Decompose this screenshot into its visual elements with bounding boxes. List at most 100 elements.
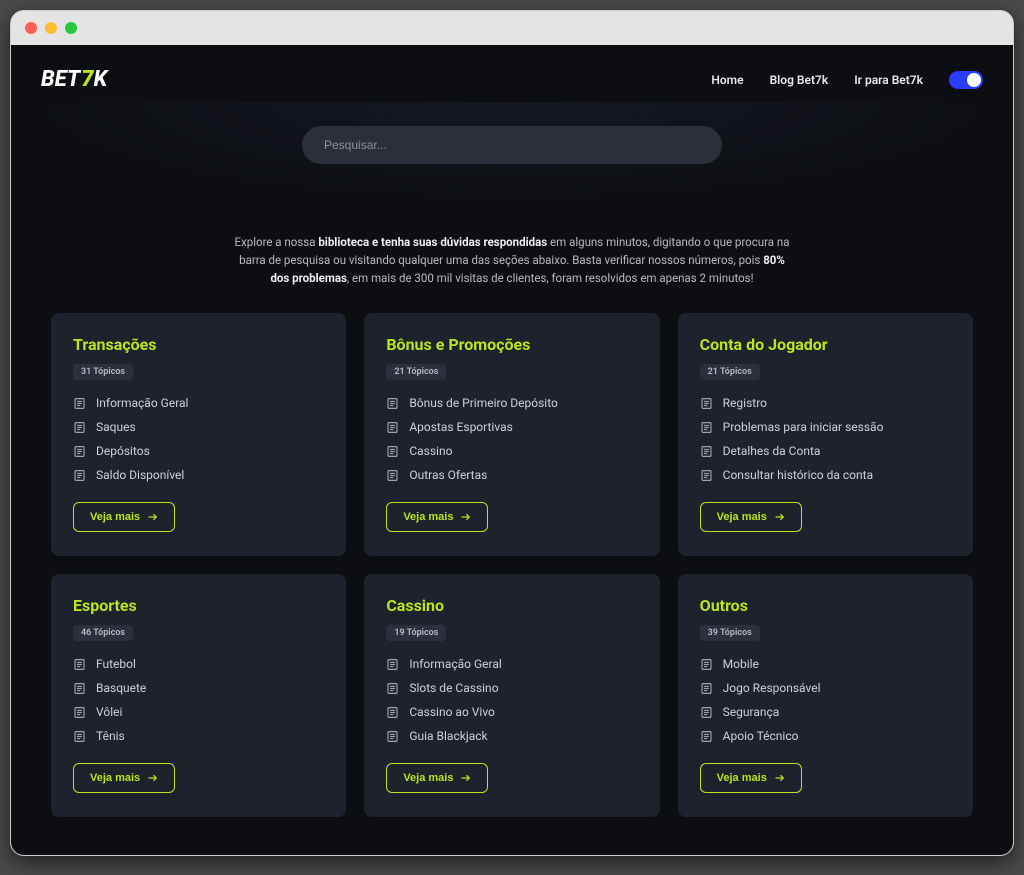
document-icon [700, 445, 713, 458]
see-more-label: Veja mais [403, 511, 453, 523]
topic-link[interactable]: Saques [73, 420, 324, 434]
category-card: Cassino 19 Tópicos Informação Geral Slots d… [364, 574, 659, 817]
window-close-dot[interactable] [25, 22, 37, 34]
see-more-label: Veja mais [403, 772, 453, 784]
see-more-button[interactable]: Veja mais [73, 763, 175, 793]
topic-link[interactable]: Informação Geral [386, 657, 637, 671]
topic-label: Informação Geral [409, 657, 501, 671]
topic-link[interactable]: Basquete [73, 681, 324, 695]
card-title: Cassino [386, 596, 637, 615]
intro-bold-1: biblioteca e tenha suas dúvidas respondi… [318, 235, 547, 249]
document-icon [73, 445, 86, 458]
topic-label: Jogo Responsável [723, 681, 821, 695]
document-icon [386, 445, 399, 458]
topic-link[interactable]: Slots de Cassino [386, 681, 637, 695]
topic-link[interactable]: Cassino [386, 444, 637, 458]
see-more-label: Veja mais [90, 772, 140, 784]
see-more-button[interactable]: Veja mais [73, 502, 175, 532]
topic-link[interactable]: Vôlei [73, 705, 324, 719]
topic-label: Cassino ao Vivo [409, 705, 495, 719]
intro-mid-2: , em mais de 300 mil visitas de clientes… [347, 271, 754, 285]
topic-link[interactable]: Guia Blackjack [386, 729, 637, 743]
topic-link[interactable]: Mobile [700, 657, 951, 671]
search-input[interactable] [324, 138, 700, 152]
category-card: Conta do Jogador21 TópicosRegistroProble… [678, 313, 973, 556]
topic-link[interactable]: Depósitos [73, 444, 324, 458]
topic-label: Slots de Cassino [409, 681, 498, 695]
see-more-button[interactable]: Veja mais [700, 502, 802, 532]
nav-go[interactable]: Ir para Bet7k [854, 73, 923, 87]
topic-label: Guia Blackjack [409, 729, 487, 743]
see-more-label: Veja mais [717, 772, 767, 784]
topic-link[interactable]: Cassino ao Vivo [386, 705, 637, 719]
topic-link[interactable]: Jogo Responsável [700, 681, 951, 695]
document-icon [386, 730, 399, 743]
window-titlebar [11, 11, 1013, 45]
hero [11, 102, 1013, 204]
document-icon [73, 730, 86, 743]
category-card: Transações31 TópicosInformação GeralSaqu… [51, 313, 346, 556]
topic-label: Registro [723, 396, 767, 410]
nav-home[interactable]: Home [711, 73, 743, 87]
see-more-button[interactable]: Veja mais [386, 763, 488, 793]
topic-label: Problemas para iniciar sessão [723, 420, 884, 434]
topic-label: Vôlei [96, 705, 122, 719]
topic-label: Segurança [723, 705, 780, 719]
topic-link[interactable]: Informação Geral [73, 396, 324, 410]
topic-link[interactable]: Detalhes da Conta [700, 444, 951, 458]
topic-label: Mobile [723, 657, 759, 671]
search-box[interactable] [302, 126, 722, 164]
arrow-right-icon [461, 513, 471, 521]
theme-toggle[interactable] [949, 71, 983, 89]
card-title: Outros [700, 596, 951, 615]
document-icon [73, 469, 86, 482]
arrow-right-icon [775, 513, 785, 521]
document-icon [700, 658, 713, 671]
document-icon [73, 682, 86, 695]
document-icon [386, 397, 399, 410]
window-minimize-dot[interactable] [45, 22, 57, 34]
topic-link[interactable]: Apoio Técnico [700, 729, 951, 743]
category-grid: Transações31 TópicosInformação GeralSaqu… [11, 313, 1013, 855]
document-icon [700, 706, 713, 719]
see-more-button[interactable]: Veja mais [386, 502, 488, 532]
topic-link[interactable]: Outras Ofertas [386, 468, 637, 482]
document-icon [700, 421, 713, 434]
card-title: Transações [73, 335, 324, 354]
topic-link[interactable]: Registro [700, 396, 951, 410]
topic-link[interactable]: Bônus de Primeiro Depósito [386, 396, 637, 410]
topic-label: Consultar histórico da conta [723, 468, 873, 482]
intro-pre: Explore a nossa [235, 235, 319, 249]
topic-link[interactable]: Segurança [700, 705, 951, 719]
see-more-label: Veja mais [90, 511, 140, 523]
topic-link[interactable]: Apostas Esportivas [386, 420, 637, 434]
topics-badge: 39 Tópicos [700, 625, 760, 641]
brand-logo[interactable]: BET7K [41, 67, 107, 92]
topics-badge: 21 Tópicos [700, 364, 760, 380]
topic-link[interactable]: Problemas para iniciar sessão [700, 420, 951, 434]
topics-badge: 19 Tópicos [386, 625, 446, 641]
page-viewport: BET7K Home Blog Bet7k Ir para Bet7k Expl… [11, 45, 1013, 855]
document-icon [386, 421, 399, 434]
topic-link[interactable]: Consultar histórico da conta [700, 468, 951, 482]
nav-blog[interactable]: Blog Bet7k [770, 73, 829, 87]
document-icon [700, 682, 713, 695]
topic-label: Futebol [96, 657, 136, 671]
topic-list: Futebol Basquete Vôlei Tênis [73, 657, 324, 743]
topic-list: Mobile Jogo Responsável Segurança Apoio Téc… [700, 657, 951, 743]
window-maximize-dot[interactable] [65, 22, 77, 34]
topic-link[interactable]: Saldo Disponível [73, 468, 324, 482]
topics-badge: 21 Tópicos [386, 364, 446, 380]
see-more-button[interactable]: Veja mais [700, 763, 802, 793]
intro-text: Explore a nossa biblioteca e tenha suas … [232, 234, 792, 287]
topic-label: Tênis [96, 729, 125, 743]
topic-link[interactable]: Tênis [73, 729, 324, 743]
document-icon [386, 658, 399, 671]
topic-link[interactable]: Futebol [73, 657, 324, 671]
document-icon [73, 658, 86, 671]
document-icon [700, 469, 713, 482]
browser-frame: BET7K Home Blog Bet7k Ir para Bet7k Expl… [10, 10, 1014, 856]
document-icon [386, 682, 399, 695]
topics-badge: 46 Tópicos [73, 625, 133, 641]
topic-label: Outras Ofertas [409, 468, 487, 482]
